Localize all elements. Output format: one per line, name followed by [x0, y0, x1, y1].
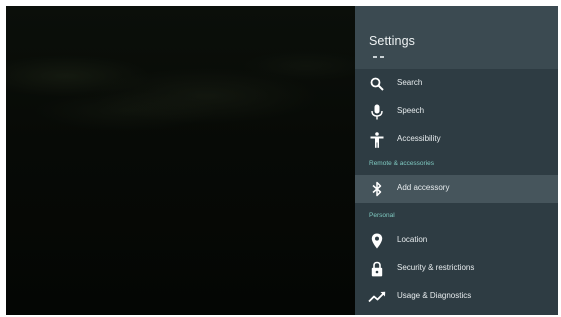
- settings-item-label: Speech: [397, 106, 425, 115]
- scroll-up-indicator: [373, 56, 384, 58]
- settings-item-label: Usage & Diagnostics: [397, 291, 472, 300]
- settings-item-label: Add accessory: [397, 183, 450, 192]
- microphone-icon: [367, 102, 387, 122]
- section-header-remote: Remote & accessories: [369, 160, 435, 167]
- background-video: [6, 6, 355, 315]
- panel-header: Settings: [355, 6, 558, 69]
- settings-item-label: Security & restrictions: [397, 263, 475, 272]
- settings-item-label: Search: [397, 78, 423, 87]
- section-header-personal: Personal: [369, 212, 395, 219]
- settings-item-security[interactable]: Security & restrictions: [355, 255, 558, 283]
- location-pin-icon: [367, 231, 387, 251]
- lock-icon: [367, 259, 387, 279]
- settings-item-location[interactable]: Location: [355, 227, 558, 255]
- search-icon: [367, 74, 387, 94]
- settings-item-label: Location: [397, 235, 428, 244]
- settings-item-search[interactable]: Search: [355, 70, 558, 98]
- bluetooth-icon: [367, 179, 387, 199]
- tv-screen: Settings Search Speech Accessibility Rem…: [6, 6, 558, 315]
- settings-panel: Settings Search Speech Accessibility Rem…: [355, 6, 558, 315]
- settings-item-label: Accessibility: [397, 134, 441, 143]
- settings-item-accessibility[interactable]: Accessibility: [355, 126, 558, 154]
- settings-item-usage-diagnostics[interactable]: Usage & Diagnostics: [355, 283, 558, 311]
- panel-title: Settings: [369, 34, 415, 48]
- trending-icon: [367, 287, 387, 307]
- accessibility-icon: [367, 130, 387, 150]
- settings-item-add-accessory[interactable]: Add accessory: [355, 175, 558, 203]
- settings-item-speech[interactable]: Speech: [355, 98, 558, 126]
